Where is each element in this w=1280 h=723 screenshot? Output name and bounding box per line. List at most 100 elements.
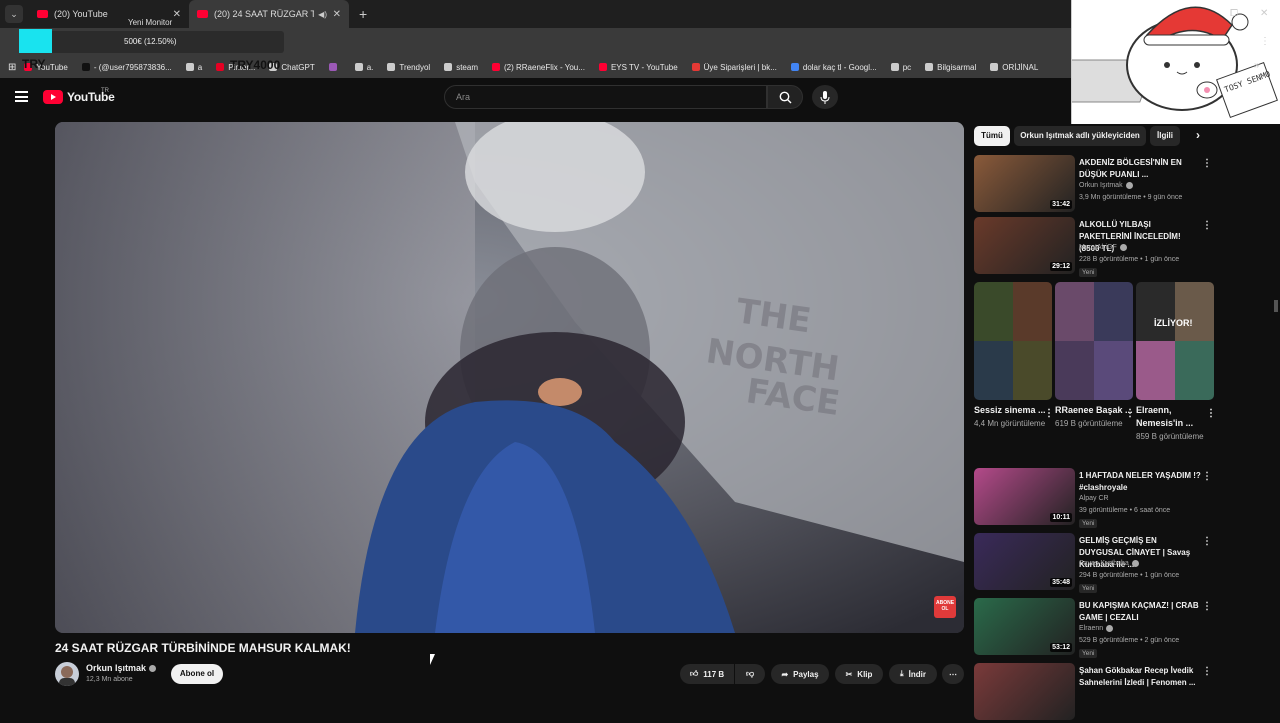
- video-thumbnail[interactable]: 29:12: [974, 217, 1075, 274]
- like-button[interactable]: 👍︎ 117 B: [680, 664, 734, 684]
- chevron-right-icon[interactable]: ›: [1196, 128, 1200, 142]
- channel-row[interactable]: MuratAbiGF: [1079, 244, 1127, 251]
- menu-hamburger-icon[interactable]: [15, 91, 28, 102]
- recommended-video[interactable]: 53:12 BU KAPIŞMA KAÇMAZ! | CRAB GAME | CE…: [974, 598, 1214, 658]
- mix-title[interactable]: Elraenn, Nemesis'in ...: [1136, 404, 1214, 430]
- video-duration: 53:12: [1050, 643, 1072, 652]
- chip-from-uploader[interactable]: Orkun Işıtmak adlı yükleyiciden: [1014, 126, 1146, 146]
- channel-avatar[interactable]: [55, 662, 79, 686]
- page-scrollbar[interactable]: [1274, 300, 1278, 312]
- recommended-video[interactable]: 10:11 1 HAFTADA NELER YAŞADIM !? #clashro…: [974, 468, 1214, 528]
- mix-thumbnail[interactable]: İZLİYOR!: [1136, 282, 1214, 400]
- share-button[interactable]: ➦ Paylaş: [771, 664, 829, 684]
- mix-title[interactable]: RRaenee Başak ...: [1055, 404, 1133, 417]
- more-vertical-icon[interactable]: ⋮: [1202, 536, 1212, 547]
- channel-row[interactable]: Elraenn: [1079, 625, 1114, 632]
- video-title[interactable]: BU KAPIŞMA KAÇMAZ! | CRAB GAME | CEZALI: [1079, 600, 1203, 624]
- channel-row[interactable]: Orkun Işıtmak: [1079, 182, 1133, 189]
- dislike-button[interactable]: 👎︎: [735, 664, 765, 684]
- channel-name[interactable]: Orkun Işıtmak: [86, 663, 146, 673]
- tab-current-video[interactable]: (20) 24 SAAT RÜZGAR TÜRB ◀) ✕: [189, 0, 349, 28]
- mouse-cursor: [430, 654, 439, 665]
- more-vertical-icon[interactable]: ⋮: [1202, 601, 1212, 612]
- menu-icon[interactable]: ⋮: [1260, 36, 1270, 47]
- mix-title[interactable]: Sessiz sinema ...: [974, 404, 1052, 417]
- channel-row[interactable]: Alpay CR: [1079, 495, 1109, 502]
- speaker-icon[interactable]: ◀): [318, 10, 327, 19]
- download-button[interactable]: ⤓ İndir: [889, 664, 937, 684]
- voice-search-button[interactable]: [812, 85, 838, 109]
- bookmark-item[interactable]: dolar kaç tl - Googl...: [790, 63, 877, 72]
- more-vertical-icon[interactable]: ⋮: [1202, 666, 1212, 677]
- bookmark-favicon-icon: [185, 63, 194, 71]
- microphone-icon: [820, 90, 830, 104]
- search-input[interactable]: Ara: [444, 85, 767, 109]
- bookmark-favicon-icon: [354, 63, 363, 71]
- video-title[interactable]: 1 HAFTADA NELER YAŞADIM !? #clashroyale: [1079, 470, 1203, 494]
- verified-icon: [1125, 182, 1133, 189]
- channel-name[interactable]: Alpay CR: [1079, 495, 1109, 502]
- tab-search-icon[interactable]: ⌄: [5, 5, 23, 23]
- mix-thumbnail[interactable]: [974, 282, 1052, 400]
- close-tab-icon[interactable]: ✕: [333, 9, 341, 20]
- clip-button[interactable]: ✂ Klip: [835, 664, 883, 684]
- more-actions-button[interactable]: ⋯: [942, 664, 964, 684]
- chevron-right-icon[interactable]: »: [1254, 60, 1260, 71]
- share-label: Paylaş: [793, 669, 819, 679]
- chip-all[interactable]: Tümü: [974, 126, 1010, 146]
- more-vertical-icon[interactable]: ⋮: [1202, 158, 1212, 169]
- mix-thumbnail[interactable]: [1055, 282, 1133, 400]
- bookmark-item[interactable]: steam: [444, 63, 478, 72]
- mix-playlist[interactable]: RRaenee Başak ... 619 B görüntüleme ⋮: [1055, 282, 1135, 452]
- bookmark-item[interactable]: [328, 63, 341, 71]
- bookmark-item[interactable]: EYS TV - YouTube: [598, 63, 678, 72]
- channel-name[interactable]: MuratAbiGF: [1079, 244, 1117, 251]
- mix-playlist[interactable]: Sessiz sinema ... 4,4 Mn görüntüleme ⋮: [974, 282, 1054, 452]
- video-meta: 529 B görüntüleme • 2 gün önce: [1079, 637, 1180, 644]
- more-vertical-icon[interactable]: ⋮: [1206, 408, 1216, 419]
- mix-playlist[interactable]: İZLİYOR! Elraenn, Nemesis'in ... 859 B gör…: [1136, 282, 1216, 452]
- close-tab-icon[interactable]: ✕: [173, 9, 181, 20]
- bookmark-item[interactable]: (2) RRaeneFlix - You...: [492, 63, 585, 72]
- channel-name[interactable]: Orkun Işıtmak: [1079, 182, 1123, 189]
- video-thumbnail[interactable]: 31:42: [974, 155, 1075, 212]
- bookmark-item[interactable]: a.: [354, 63, 373, 72]
- channel-row[interactable]: Savaş Kurtbaba: [1079, 560, 1139, 567]
- subscribe-button[interactable]: Abone ol: [171, 664, 223, 684]
- video-thumbnail[interactable]: [974, 663, 1075, 720]
- video-thumbnail[interactable]: 10:11: [974, 468, 1075, 525]
- recommended-video[interactable]: 29:12 ALKOLLÜ YILBAŞI PAKETLERİNİ İNCELED…: [974, 217, 1214, 277]
- video-thumbnail[interactable]: 35:48: [974, 533, 1075, 590]
- bookmark-item[interactable]: Üye Siparişleri | bk...: [691, 63, 777, 72]
- bookmark-item[interactable]: Trendyol: [387, 63, 430, 72]
- bookmark-item[interactable]: - (@user795873836...: [81, 63, 172, 72]
- recommended-video[interactable]: 31:42 AKDENİZ BÖLGESİ'NİN EN DÜŞÜK PUANLI…: [974, 155, 1214, 215]
- apps-grid-icon[interactable]: ⊞: [8, 62, 16, 73]
- bookmark-item[interactable]: ORİJİNAL: [990, 63, 1038, 72]
- channel-name[interactable]: Savaş Kurtbaba: [1079, 560, 1129, 567]
- video-title[interactable]: Şahan Gökbakar Recep İvedik Sahnelerini …: [1079, 665, 1203, 689]
- maximize-icon[interactable]: ⧠: [1230, 8, 1238, 19]
- chip-related[interactable]: İlgili: [1150, 126, 1180, 146]
- search-button[interactable]: [767, 85, 803, 109]
- recommended-video[interactable]: 35:48 GELMİŞ GEÇMİŞ EN DUYGUSAL CİNAYET |…: [974, 533, 1214, 593]
- video-player[interactable]: THE NORTH FACE: [55, 122, 964, 633]
- youtube-logo[interactable]: YouTube TR: [43, 88, 115, 104]
- video-title[interactable]: AKDENİZ BÖLGESİ'NİN EN DÜŞÜK PUANLI ...: [1079, 157, 1203, 181]
- new-tab-icon[interactable]: +: [359, 6, 367, 22]
- more-vertical-icon[interactable]: ⋮: [1044, 408, 1054, 419]
- bookmark-item[interactable]: Bilgisarmal: [925, 63, 976, 72]
- bookmark-favicon-icon: [81, 63, 90, 71]
- subscribe-watermark-badge[interactable]: ABONE OL: [934, 596, 956, 618]
- more-vertical-icon[interactable]: ⋮: [1202, 220, 1212, 231]
- channel-name[interactable]: Elraenn: [1079, 625, 1103, 632]
- mix-thumbnail-tile: [1136, 341, 1175, 400]
- more-vertical-icon[interactable]: ⋮: [1125, 408, 1135, 419]
- channel-name-row[interactable]: Orkun Işıtmak: [86, 663, 157, 673]
- bookmark-item[interactable]: pc: [890, 63, 911, 72]
- more-vertical-icon[interactable]: ⋮: [1202, 471, 1212, 482]
- recommended-video[interactable]: Şahan Gökbakar Recep İvedik Sahnelerini …: [974, 663, 1214, 723]
- close-window-icon[interactable]: ✕: [1260, 8, 1268, 19]
- bookmark-item[interactable]: a: [185, 63, 202, 72]
- video-thumbnail[interactable]: 53:12: [974, 598, 1075, 655]
